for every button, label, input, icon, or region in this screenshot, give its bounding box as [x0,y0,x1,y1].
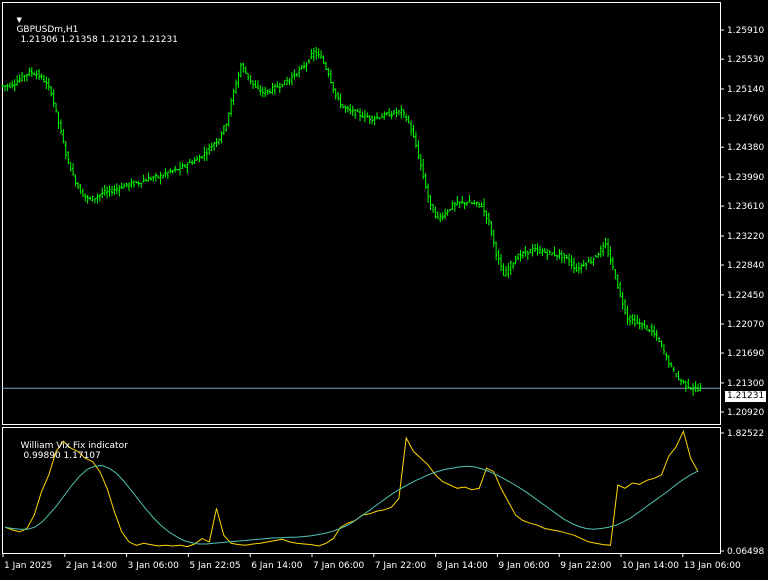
current-price-label: 1.21231 [727,391,765,401]
indicator-name: William Vix Fix indicator [20,441,128,451]
symbol-triangle-icon: ▼ [16,16,22,24]
main-pane-frame [2,2,721,425]
time-tick-label: 2 Jan 14:00 [66,561,118,571]
time-tick-label: 10 Jan 14:00 [622,561,679,571]
time-tick-label: 8 Jan 14:00 [437,561,489,571]
indicator-pane-title: William Vix Fix indicator 0.99890 1.1710… [9,431,128,471]
symbol-label: GBPUSDm,H1 [16,25,79,35]
price-tick-label: 1.24380 [727,143,764,153]
time-tick-label: 9 Jan 06:00 [498,561,550,571]
time-tick-label: 7 Jan 22:00 [375,561,427,571]
time-tick-label: 7 Jan 06:00 [313,561,365,571]
time-tick-label: 1 Jan 2025 [4,561,52,571]
price-tick-label: 1.23990 [727,173,764,183]
chart-canvas[interactable]: 1.25910 1.25530 1.25140 1.24760 1.24380 1.239… [0,0,768,576]
price-tick-label: 1.25910 [727,26,764,36]
time-tick-label: 13 Jan 06:00 [684,561,741,571]
price-tick-label: 1.23610 [727,202,764,212]
chart-window[interactable]: 1.25910 1.25530 1.25140 1.24760 1.24380 1.239… [0,0,768,576]
current-price-box: 1.21231 [725,391,767,402]
price-tick-label: 1.25140 [727,85,764,95]
price-tick-label: 1.21690 [727,349,764,359]
indicator-values: 0.99890 1.17107 [23,451,101,461]
price-tick-label: 1.20920 [727,408,764,418]
time-tick-label: 3 Jan 06:00 [128,561,180,571]
main-pane-title: ▼ GBPUSDm,H1 1.21306 1.21358 1.21212 1.2… [5,5,178,55]
indicator-tick-label: 0.06498 [727,547,764,557]
time-tick-label: 9 Jan 22:00 [560,561,612,571]
price-tick-label: 1.21300 [727,379,764,389]
vixfix-ma-line [4,464,699,545]
price-tick-label: 1.22840 [727,261,764,271]
time-tick-label: 5 Jan 22:05 [189,561,240,571]
time-tick-label: 6 Jan 14:00 [251,561,303,571]
price-tick-label: 1.25530 [727,55,764,65]
price-tick-label: 1.22450 [727,291,764,301]
price-tick-label: 1.24760 [727,114,764,124]
price-tick-label: 1.23220 [727,232,764,242]
indicator-tick-label: 1.82522 [727,429,764,439]
ohlc-label: 1.21306 1.21358 1.21212 1.21231 [20,35,178,45]
price-tick-label: 1.22070 [727,320,764,330]
